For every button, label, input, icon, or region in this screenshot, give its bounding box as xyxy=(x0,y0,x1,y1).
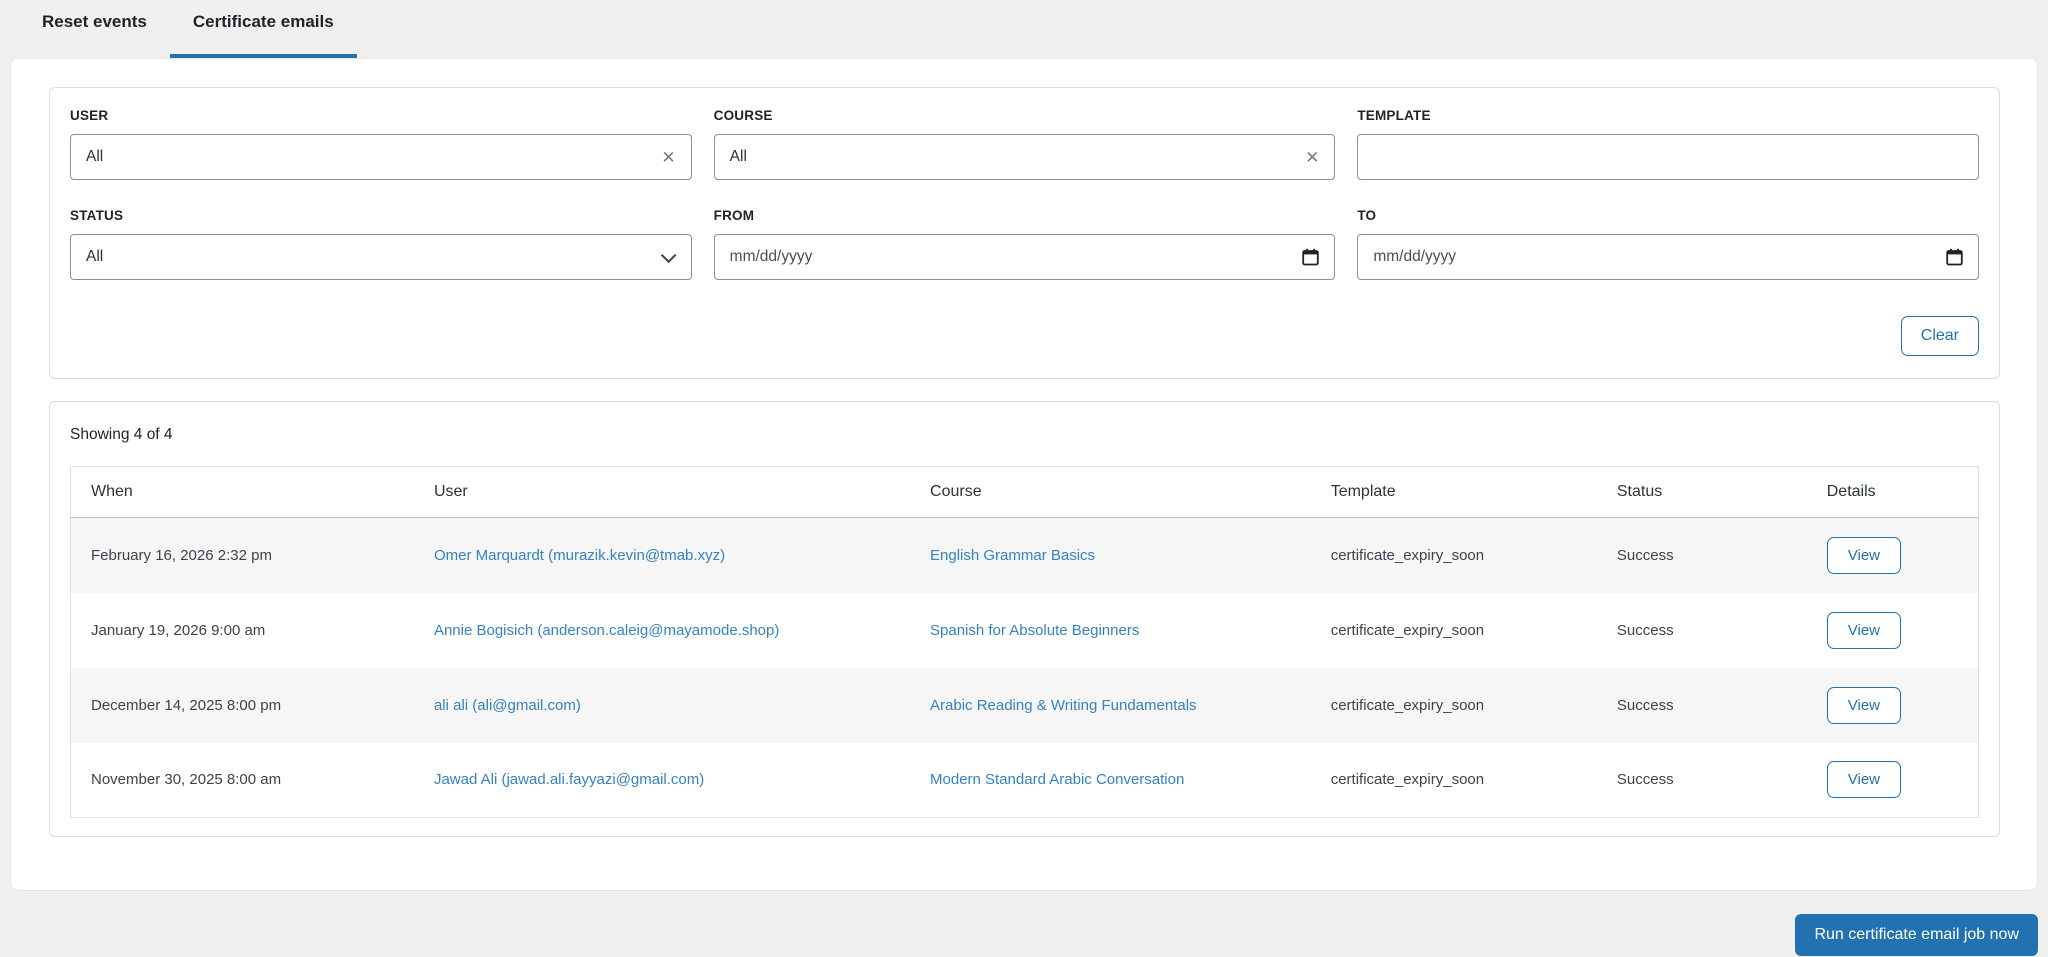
course-input[interactable]: All ✕ xyxy=(713,134,1336,180)
clear-user-icon[interactable]: ✕ xyxy=(651,149,675,166)
cell-template: certificate_expiry_soon xyxy=(1330,771,1485,789)
cell-user: ali ali (ali@gmail.com) xyxy=(413,667,911,743)
cell-template: certificate_expiry_soon xyxy=(1330,621,1485,639)
view-button[interactable]: View xyxy=(1826,536,1901,574)
cell-when: November 30, 2025 8:00 am xyxy=(91,771,282,789)
template-input[interactable] xyxy=(1357,134,1979,180)
cell-status: Success xyxy=(1616,621,1674,639)
cell-course: Modern Standard Arabic Conversation xyxy=(910,743,1311,818)
cell-user: Jawad Ali (jawad.ali.fayyazi@gmail.com) xyxy=(414,743,910,818)
filter-grid: USER All ✕ COURSE All ✕ TEMPLATE STATUS … xyxy=(70,108,1979,280)
to-date-input[interactable]: mm/dd/yyyy xyxy=(1357,234,1979,280)
cell-status: Success xyxy=(1616,771,1674,789)
cell-details: View xyxy=(1807,743,1979,818)
tab-reset-events[interactable]: Reset events xyxy=(19,0,170,58)
results-panel: Showing 4 of 4 When User Course Template Sta… xyxy=(49,401,2000,837)
filter-field-course: COURSE All ✕ xyxy=(713,108,1336,180)
column-header-user: User xyxy=(413,466,911,518)
cell-course: Spanish for Absolute Beginners xyxy=(910,593,1311,668)
cell-when: February 16, 2026 2:32 pm xyxy=(70,517,414,593)
view-button[interactable]: View xyxy=(1826,686,1901,724)
main-card: USER All ✕ COURSE All ✕ TEMPLATE STATUS … xyxy=(10,58,2038,891)
cell-course: English Grammar Basics xyxy=(910,517,1311,593)
clear-button[interactable]: Clear xyxy=(1900,316,1979,356)
cell-user: Omer Marquardt (murazik.kevin@tmab.xyz) xyxy=(413,517,911,593)
status-label: STATUS xyxy=(70,208,124,223)
filter-field-status: STATUS All xyxy=(70,208,692,280)
filter-panel: USER All ✕ COURSE All ✕ TEMPLATE STATUS … xyxy=(49,87,2000,379)
user-link[interactable]: Omer Marquardt (murazik.kevin@tmab.xyz) xyxy=(434,547,725,564)
cell-template: certificate_expiry_soon xyxy=(1310,667,1597,743)
cell-details: View xyxy=(1806,667,1979,743)
cell-details: View xyxy=(1806,517,1979,593)
table-row: December 14, 2025 8:00 pm ali ali (ali@gm… xyxy=(70,667,1979,743)
cell-when: January 19, 2026 9:00 am xyxy=(91,621,266,639)
filter-field-to: TO mm/dd/yyyy xyxy=(1357,208,1979,280)
column-header-when: When xyxy=(70,466,414,518)
course-value: All xyxy=(729,148,747,165)
column-header-course: Course xyxy=(910,466,1311,518)
tab-certificate-emails[interactable]: Certificate emails xyxy=(169,0,357,58)
from-date-input[interactable]: mm/dd/yyyy xyxy=(713,234,1336,280)
cell-when: December 14, 2025 8:00 pm xyxy=(70,667,414,743)
course-link[interactable]: English Grammar Basics xyxy=(930,547,1095,564)
course-label: COURSE xyxy=(713,108,773,123)
to-date-placeholder: mm/dd/yyyy xyxy=(1373,248,1457,265)
from-date-placeholder: mm/dd/yyyy xyxy=(729,248,813,265)
clear-row: Clear xyxy=(70,316,1979,356)
cell-status: Success xyxy=(1596,517,1807,593)
results-summary: Showing 4 of 4 xyxy=(70,426,173,443)
course-link[interactable]: Modern Standard Arabic Conversation xyxy=(930,771,1184,788)
table-row: January 19, 2026 9:00 am Annie Bogisich (… xyxy=(71,593,1979,668)
table-row: February 16, 2026 2:32 pm Omer Marquardt … xyxy=(70,517,1979,593)
user-link[interactable]: ali ali (ali@gmail.com) xyxy=(434,697,581,714)
user-input[interactable]: All ✕ xyxy=(70,134,692,180)
course-link[interactable]: Arabic Reading & Writing Fundamentals xyxy=(930,697,1197,714)
user-link[interactable]: Jawad Ali (jawad.ali.fayyazi@gmail.com) xyxy=(434,771,704,788)
user-link[interactable]: Annie Bogisich (anderson.caleig@mayamode… xyxy=(434,622,779,639)
view-button[interactable]: View xyxy=(1826,761,1901,799)
filter-field-from: FROM mm/dd/yyyy xyxy=(713,208,1336,280)
calendar-icon[interactable] xyxy=(1946,248,1963,266)
cell-course: Arabic Reading & Writing Fundamentals xyxy=(910,667,1311,743)
course-link[interactable]: Spanish for Absolute Beginners xyxy=(930,622,1139,639)
from-label: FROM xyxy=(713,208,755,223)
cell-details: View xyxy=(1807,593,1979,668)
filter-field-user: USER All ✕ xyxy=(70,108,692,180)
column-header-details: Details xyxy=(1806,466,1979,518)
template-label: TEMPLATE xyxy=(1357,108,1431,123)
to-label: TO xyxy=(1357,208,1377,223)
view-button[interactable]: View xyxy=(1826,611,1901,649)
table-header-row: When User Course Template Status Details xyxy=(70,466,1979,518)
clear-course-icon[interactable]: ✕ xyxy=(1295,149,1319,166)
chevron-down-icon xyxy=(660,247,677,263)
run-certificate-email-job-button[interactable]: Run certificate email job now xyxy=(1795,914,2038,956)
tab-bar: Reset events Certificate emails xyxy=(0,0,2048,58)
column-header-template: Template xyxy=(1310,466,1597,518)
filter-field-template: TEMPLATE xyxy=(1357,108,1979,180)
cell-status: Success xyxy=(1596,667,1807,743)
cell-user: Annie Bogisich (anderson.caleig@mayamode… xyxy=(414,593,910,668)
status-select[interactable]: All xyxy=(70,234,692,280)
calendar-icon[interactable] xyxy=(1302,248,1320,266)
cell-template: certificate_expiry_soon xyxy=(1310,517,1597,593)
user-label: USER xyxy=(70,108,109,123)
user-value: All xyxy=(86,148,104,165)
column-header-status: Status xyxy=(1596,466,1807,518)
results-table: When User Course Template Status Details Febr… xyxy=(70,466,1979,818)
footer-actions: Run certificate email job now xyxy=(10,914,2038,956)
table-row: November 30, 2025 8:00 am Jawad Ali (jawa… xyxy=(71,743,1979,818)
status-value: All xyxy=(86,248,104,265)
